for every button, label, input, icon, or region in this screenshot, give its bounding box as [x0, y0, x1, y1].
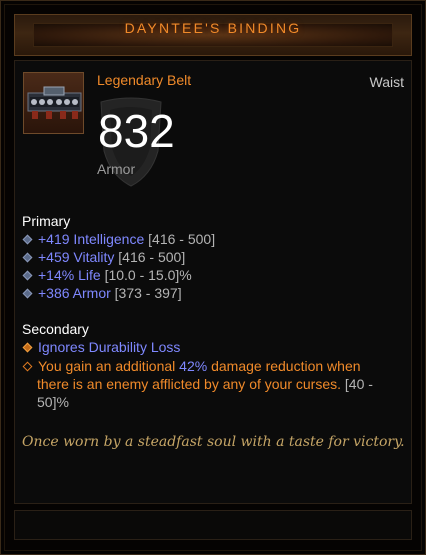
diamond-bullet-icon	[22, 342, 33, 353]
legendary-text: damage reduction when	[207, 358, 361, 374]
legendary-text: there is an enemy afflicted by any of yo…	[37, 376, 342, 392]
primary-stat-life: +14% Life [10.0 - 15.0]%	[22, 267, 192, 284]
secondary-title: Secondary	[22, 321, 89, 337]
legendary-power-line-2: there is an enemy afflicted by any of yo…	[37, 375, 373, 393]
stat-range: [10.0 - 15.0]%	[104, 267, 192, 283]
hollow-diamond-bullet-icon	[22, 361, 33, 372]
stat-range: [416 - 500]	[118, 249, 186, 265]
stat-range: [373 - 397]	[114, 285, 182, 301]
item-name: DAYNTEE'S BINDING	[124, 20, 302, 36]
diamond-bullet-icon	[22, 252, 33, 263]
diamond-bullet-icon	[22, 288, 33, 299]
legendary-power-line-1: You gain an additional 42% damage reduct…	[22, 357, 361, 375]
stat-value: +14% Life	[38, 267, 101, 283]
primary-title: Primary	[22, 213, 71, 229]
item-slot: Waist	[369, 74, 404, 90]
diamond-bullet-icon	[22, 234, 33, 245]
belt-icon	[23, 72, 84, 134]
flavor-text: Once worn by a steadfast soul with a tas…	[22, 434, 405, 450]
legendary-text: You gain an additional	[38, 358, 180, 374]
stat-range: [416 - 500]	[148, 231, 216, 247]
stat-value: Ignores Durability Loss	[38, 339, 181, 355]
stat-value: +386 Armor	[38, 285, 111, 301]
legendary-value: 42%	[179, 358, 208, 374]
armor-label: Armor	[97, 161, 136, 177]
stat-value: +419 Intelligence	[38, 231, 145, 247]
legendary-range: 50]%	[37, 394, 69, 410]
legendary-power-line-3: 50]%	[37, 393, 69, 411]
secondary-stat-durability: Ignores Durability Loss	[22, 339, 180, 356]
tooltip-footer	[14, 510, 412, 540]
primary-stat-vitality: +459 Vitality [416 - 500]	[22, 249, 185, 266]
item-type: Legendary Belt	[97, 72, 192, 88]
stat-value: +459 Vitality	[38, 249, 115, 265]
legendary-range: [40 -	[341, 376, 373, 392]
primary-stat-intelligence: +419 Intelligence [416 - 500]	[22, 231, 215, 248]
diamond-bullet-icon	[22, 270, 33, 281]
armor-value: 832	[98, 105, 175, 157]
primary-stat-armor: +386 Armor [373 - 397]	[22, 285, 182, 302]
